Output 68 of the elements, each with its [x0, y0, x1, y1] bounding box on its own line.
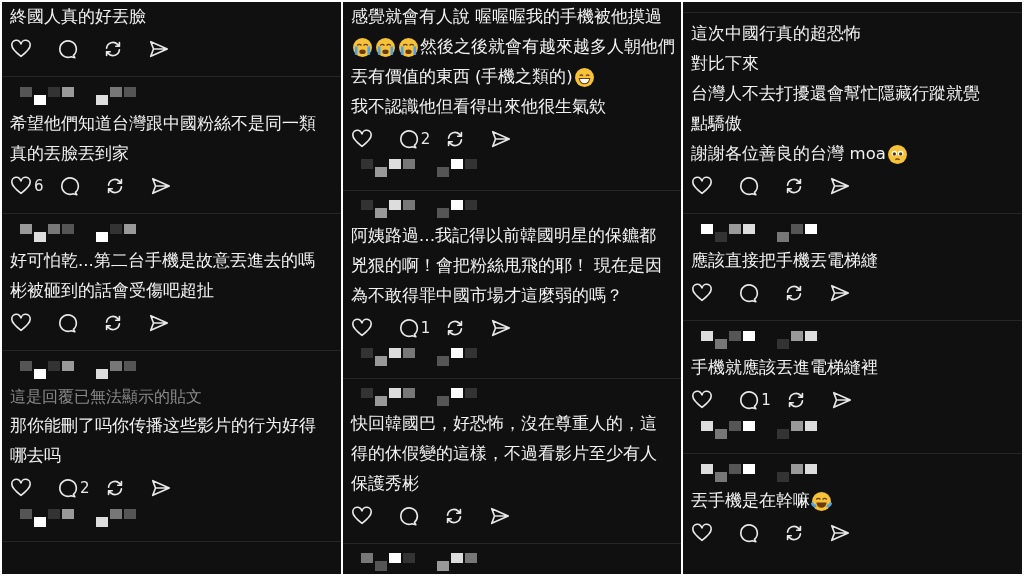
comment-text: 我不認識他但看得出來他很生氣欸 — [350, 96, 606, 118]
like-count: 6 — [34, 177, 44, 195]
comment-text: 應該直接把手機丟電梯縫 — [691, 250, 879, 272]
crying-face-icon — [374, 36, 396, 58]
crying-face-icon — [351, 36, 373, 58]
crying-face-icon — [397, 36, 419, 58]
comment-text: 那你能刪了吗你传播这些影片的行为好得 — [10, 415, 316, 437]
heart-icon — [10, 312, 32, 334]
reply-count: 2 — [80, 479, 90, 497]
heart-icon — [691, 389, 714, 411]
paper-plane-icon — [149, 175, 172, 197]
reply-button[interactable]: 1 — [396, 316, 431, 339]
paper-plane-icon — [829, 522, 852, 544]
comment-text: 感覺就會有人說 喔喔喔我的手機被他摸過 — [350, 6, 662, 28]
comment-text: 手機就應該丟進電梯縫裡 — [691, 357, 879, 379]
paper-plane-icon — [830, 389, 853, 411]
reply-count: 2 — [420, 130, 431, 148]
speech-bubble-icon — [56, 38, 78, 60]
paper-plane-icon — [490, 128, 513, 150]
heart-icon — [10, 38, 32, 60]
comment-text: 兇狠的啊！會把粉絲甩飛的耶！ 現在是因 — [350, 254, 662, 277]
comment-text: 台灣人不去打擾還會幫忙隱藏行蹤就覺 — [691, 83, 981, 105]
grinning-face-icon — [573, 66, 595, 88]
like-button[interactable]: 6 — [10, 175, 44, 197]
reply-button[interactable]: 2 — [396, 128, 431, 150]
speech-bubble-icon — [737, 175, 760, 197]
comment-text: 保護秀彬 — [350, 473, 419, 496]
hidden-reply-notice: 這是回覆已無法顯示的貼文 — [10, 386, 203, 408]
comment-text: 得的休假變的這樣，不過看影片至少有人 — [350, 443, 657, 466]
comment-text: 點驕傲 — [691, 113, 743, 135]
speech-bubble-icon — [737, 522, 760, 544]
pleading-face-icon — [886, 143, 908, 165]
comment-text: 哪去吗 — [10, 445, 61, 467]
speech-bubble-icon — [56, 477, 78, 499]
comment-text: 快回韓國巴，好恐怖，沒在尊重人的，這 — [350, 413, 657, 436]
heart-icon — [350, 316, 373, 339]
comment-text: 這次中國行真的超恐怖 — [691, 23, 862, 45]
paper-plane-icon — [148, 312, 170, 334]
comment-text: 希望他們知道台灣跟中國粉絲不是同一類 — [10, 113, 316, 135]
comment-text: 好可怕乾...第二台手機是故意丟進去的嗎 — [10, 250, 315, 272]
comment-text: 丟有價值的東西 (手機之類的) — [350, 66, 573, 88]
comment-text: 對比下來 — [691, 53, 760, 75]
reply-count: 1 — [761, 391, 771, 409]
comment-text: 謝謝各位善良的台灣 moa — [691, 143, 886, 165]
heart-icon — [691, 175, 714, 197]
comment-text: 真的丟臉丟到家 — [10, 143, 129, 165]
comment-text: 丟手機是在幹嘛 — [691, 490, 811, 512]
paper-plane-icon — [148, 38, 170, 60]
comment-text: 彬被砸到的話會受傷吧超扯 — [10, 280, 214, 302]
reply-button[interactable]: 2 — [56, 477, 90, 499]
heart-icon — [10, 175, 32, 197]
heart-icon — [10, 477, 32, 499]
heart-icon — [350, 128, 373, 150]
comment-text: 然後之後就會有越來越多人朝他們 — [419, 36, 675, 58]
speech-bubble-icon — [737, 389, 760, 411]
comment-text: 阿姨路過…我記得以前韓國明星的保鑣都 — [350, 224, 657, 247]
paper-plane-icon — [829, 282, 852, 304]
reply-button[interactable]: 1 — [737, 389, 771, 411]
speech-bubble-icon — [737, 282, 760, 304]
comment-text: 為不敢得罪中國市場才這麼弱的嗎？ — [350, 284, 623, 307]
heart-icon — [691, 282, 714, 304]
speech-bubble-icon — [56, 312, 78, 334]
paper-plane-icon — [829, 175, 852, 197]
laughing-tears-face-icon — [811, 490, 833, 512]
paper-plane-icon — [149, 477, 172, 499]
reply-count: 1 — [420, 318, 431, 337]
heart-icon — [691, 522, 714, 544]
comment-text: 終國人真的好丟臉 — [10, 6, 146, 28]
